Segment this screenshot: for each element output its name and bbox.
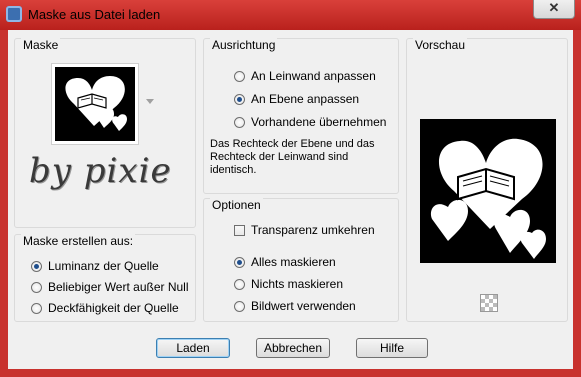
preview-heart-book-icon <box>430 138 546 259</box>
description-line: Rechteck der Leinwand sind <box>210 151 349 163</box>
radio-fit-layer[interactable]: An Ebene anpassen <box>234 92 359 106</box>
radio-label: An Ebene anpassen <box>251 92 360 106</box>
radio-any-nonzero[interactable]: Beliebiger Wert außer Null <box>31 280 189 294</box>
checkbox-label: Transparenz umkehren <box>251 223 375 237</box>
app-icon <box>6 6 22 22</box>
radio-label: Bildwert verwenden <box>251 299 356 313</box>
title-bar[interactable]: Maske aus Datei laden ✕ <box>0 0 581 30</box>
checkbox[interactable] <box>234 224 245 236</box>
radio-fit-canvas[interactable]: An Leinwand anpassen <box>234 69 376 83</box>
radio-mask-all[interactable]: Alles maskieren <box>234 255 336 269</box>
radio-label: Deckfähigkeit der Quelle <box>48 301 179 315</box>
radio-label: Nichts maskieren <box>251 277 344 291</box>
cancel-button[interactable]: Abbrechen <box>256 338 330 358</box>
radio-button[interactable] <box>234 300 245 312</box>
options-group: Optionen Transparenz umkehren Alles mask… <box>203 198 399 322</box>
dropdown-arrow-icon[interactable] <box>146 99 154 104</box>
radio-button[interactable] <box>31 281 42 293</box>
preview-image <box>420 119 556 263</box>
orientation-group: Ausrichtung An Leinwand anpassen An Eben… <box>203 38 399 194</box>
mask-heart-book-icon <box>55 67 135 141</box>
load-button[interactable]: Laden <box>156 338 230 358</box>
create-mask-group: Maske erstellen aus: Luminanz der Quelle… <box>14 234 196 322</box>
mask-signature: by pixie <box>29 151 172 191</box>
radio-use-image-value[interactable]: Bildwert verwenden <box>234 299 356 313</box>
radio-keep-existing[interactable]: Vorhandene übernehmen <box>234 115 386 129</box>
preview-group: Vorschau <box>406 38 568 322</box>
radio-label: Luminanz der Quelle <box>48 259 159 273</box>
description-line: identisch. <box>210 164 257 176</box>
close-button[interactable]: ✕ <box>533 0 575 19</box>
radio-button[interactable] <box>234 70 245 82</box>
radio-opacity[interactable]: Deckfähigkeit der Quelle <box>31 301 179 315</box>
radio-label: An Leinwand anpassen <box>251 69 376 83</box>
radio-label: Alles maskieren <box>251 255 336 269</box>
mask-thumbnail[interactable] <box>51 63 139 145</box>
radio-button[interactable] <box>31 302 42 314</box>
radio-button[interactable] <box>234 116 245 128</box>
radio-mask-none[interactable]: Nichts maskieren <box>234 277 343 291</box>
description-line: Das Rechteck der Ebene und das <box>210 138 375 150</box>
create-mask-group-title: Maske erstellen aus: <box>21 234 136 248</box>
radio-label: Beliebiger Wert außer Null <box>48 280 189 294</box>
orientation-description: Das Rechteck der Ebene und das Rechteck … <box>210 138 394 177</box>
mask-group: Maske by pixie <box>14 38 196 228</box>
window-title: Maske aus Datei laden <box>28 7 161 22</box>
invert-transparency-checkbox[interactable]: Transparenz umkehren <box>234 223 375 237</box>
checkerboard-icon[interactable] <box>480 294 498 312</box>
help-button[interactable]: Hilfe <box>356 338 428 358</box>
orientation-group-title: Ausrichtung <box>210 38 278 52</box>
radio-luminance[interactable]: Luminanz der Quelle <box>31 259 159 273</box>
dialog-body: Maske by pixie Maske erstellen aus: Lumi… <box>8 30 573 369</box>
radio-button-selected[interactable] <box>31 260 42 272</box>
radio-label: Vorhandene übernehmen <box>251 115 387 129</box>
options-group-title: Optionen <box>210 198 263 212</box>
radio-button-selected[interactable] <box>234 93 245 105</box>
radio-button[interactable] <box>234 278 245 290</box>
mask-group-title: Maske <box>21 38 61 52</box>
radio-button-selected[interactable] <box>234 256 245 268</box>
preview-group-title: Vorschau <box>413 38 468 52</box>
dialog-window: Maske aus Datei laden ✕ Maske by pixie M… <box>0 0 581 377</box>
